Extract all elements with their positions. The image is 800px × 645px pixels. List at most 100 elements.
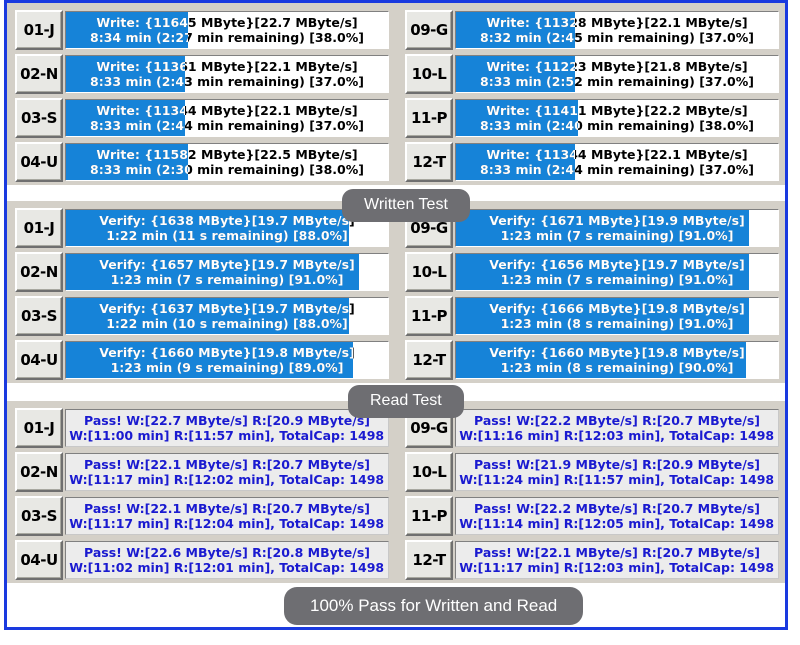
slot-id-button[interactable]: 10-L xyxy=(405,252,453,292)
slot-id-button[interactable]: 11-P xyxy=(405,296,453,336)
progress-line-1: Pass! W:[22.6 MByte/s] R:[20.8 MByte/s] xyxy=(84,545,370,560)
progress-bar-label: Pass! W:[22.6 MByte/s] R:[20.8 MByte/s]:… xyxy=(66,542,388,578)
pass-slot-row[interactable]: 11-P Pass! W:[22.2 MByte/s] R:[20.7 MByte… xyxy=(401,495,781,537)
verify-progress-bar: Verify: {1657 MByte}[19.7 MByte/s] 1:23 m… xyxy=(65,253,389,291)
progress-bar-fill xyxy=(66,144,189,180)
verify-slot-row[interactable]: 12-T Verify: {1660 MByte}[19.8 MByte/s] 1:… xyxy=(401,339,781,381)
write-progress-bar: Write: {11344 MByte}[22.1 MByte/s] 8:33 m… xyxy=(65,99,389,137)
progress-bar-fill xyxy=(456,12,576,48)
slot-id-button[interactable]: 02-N xyxy=(15,252,63,292)
slot-id-button[interactable]: 12-T xyxy=(405,540,453,580)
read-test-panel: 01-J Verify: {1638 MByte}[19.7 MByte/s] 1:… xyxy=(7,201,785,383)
pass-progress-bar: Pass! W:[22.2 MByte/s] R:[20.7 MByte/s]:… xyxy=(455,497,779,535)
slot-id-button[interactable]: 01-J xyxy=(15,10,63,50)
progress-bar-label: Pass! W:[21.9 MByte/s] R:[20.9 MByte/s]:… xyxy=(456,454,778,490)
pass-slot-row[interactable]: 10-L Pass! W:[21.9 MByte/s] R:[20.9 MByte… xyxy=(401,451,781,493)
progress-line-1: Pass! W:[22.2 MByte/s] R:[20.7 MByte/s] xyxy=(474,413,760,428)
slot-id-button[interactable]: 01-J xyxy=(15,208,63,248)
slot-id-button[interactable]: 12-T xyxy=(405,142,453,182)
write-slot-row[interactable]: 11-P Write: {11411 MByte}[22.2 MByte/s] 8:… xyxy=(401,97,781,139)
write-progress-bar: Write: {11361 MByte}[22.1 MByte/s] 8:33 m… xyxy=(65,55,389,93)
progress-line-2: : W:[11:02 min] R:[12:01 min], TotalCap:… xyxy=(65,560,385,575)
progress-line-1: Pass! W:[22.7 MByte/s] R:[20.9 MByte/s] xyxy=(84,413,370,428)
verify-slot-row[interactable]: 11-P Verify: {1666 MByte}[19.8 MByte/s] 1:… xyxy=(401,295,781,337)
duplicator-status-window: 01-J Write: {11645 MByte}[22.7 MByte/s] 8:… xyxy=(0,0,800,645)
slot-id-button[interactable]: 04-U xyxy=(15,142,63,182)
progress-bar-fill xyxy=(456,298,750,334)
slot-id-button[interactable]: 04-U xyxy=(15,340,63,380)
progress-line-1: Pass! W:[21.9 MByte/s] R:[20.9 MByte/s] xyxy=(474,457,760,472)
progress-bar-fill xyxy=(456,342,746,378)
verify-slot-row[interactable]: 02-N Verify: {1657 MByte}[19.7 MByte/s] 1:… xyxy=(11,251,391,293)
write-slot-row[interactable]: 03-S Write: {11344 MByte}[22.1 MByte/s] 8:… xyxy=(11,97,391,139)
verify-progress-bar: Verify: {1637 MByte}[19.7 MByte/s] 1:22 m… xyxy=(65,297,389,335)
progress-bar-label: Pass! W:[22.1 MByte/s] R:[20.7 MByte/s]:… xyxy=(66,498,388,534)
pass-progress-bar: Pass! W:[22.1 MByte/s] R:[20.7 MByte/s]:… xyxy=(455,541,779,579)
verify-slot-row[interactable]: 10-L Verify: {1656 MByte}[19.7 MByte/s] 1:… xyxy=(401,251,781,293)
slot-id-button[interactable]: 11-P xyxy=(405,496,453,536)
progress-bar-fill xyxy=(66,254,360,290)
slot-id-button[interactable]: 09-G xyxy=(405,10,453,50)
pass-slot-row[interactable]: 02-N Pass! W:[22.1 MByte/s] R:[20.7 MByte… xyxy=(11,451,391,493)
pass-progress-bar: Pass! W:[22.1 MByte/s] R:[20.7 MByte/s]:… xyxy=(65,453,389,491)
progress-line-1: Pass! W:[22.1 MByte/s] R:[20.7 MByte/s] xyxy=(474,545,760,560)
written-test-badge: Written Test xyxy=(342,189,470,222)
slot-id-button[interactable]: 03-S xyxy=(15,496,63,536)
write-progress-bar: Write: {11645 MByte}[22.7 MByte/s] 8:34 m… xyxy=(65,11,389,49)
slot-id-button[interactable]: 02-N xyxy=(15,452,63,492)
verify-progress-bar: Verify: {1656 MByte}[19.7 MByte/s] 1:23 m… xyxy=(455,253,779,291)
pass-progress-bar: Pass! W:[22.1 MByte/s] R:[20.7 MByte/s]:… xyxy=(65,497,389,535)
slot-id-button[interactable]: 10-L xyxy=(405,54,453,94)
progress-bar-label: Pass! W:[22.1 MByte/s] R:[20.7 MByte/s]:… xyxy=(66,454,388,490)
pass-slot-row[interactable]: 12-T Pass! W:[22.1 MByte/s] R:[20.7 MByte… xyxy=(401,539,781,581)
write-slot-row[interactable]: 01-J Write: {11645 MByte}[22.7 MByte/s] 8:… xyxy=(11,9,391,51)
write-slot-row[interactable]: 10-L Write: {11223 MByte}[21.8 MByte/s] 8:… xyxy=(401,53,781,95)
progress-bar-label: Pass! W:[22.2 MByte/s] R:[20.7 MByte/s]:… xyxy=(456,410,778,446)
slot-id-button[interactable]: 04-U xyxy=(15,540,63,580)
pass-slot-row[interactable]: 01-J Pass! W:[22.7 MByte/s] R:[20.9 MByte… xyxy=(11,407,391,449)
write-progress-bar: Write: {11411 MByte}[22.2 MByte/s] 8:33 m… xyxy=(455,99,779,137)
progress-line-2: : W:[11:24 min] R:[11:57 min], TotalCap:… xyxy=(455,472,775,487)
write-progress-bar: Write: {11328 MByte}[22.1 MByte/s] 8:32 m… xyxy=(455,11,779,49)
slot-id-button[interactable]: 11-P xyxy=(405,98,453,138)
verify-progress-bar: Verify: {1660 MByte}[19.8 MByte/s] 1:23 m… xyxy=(455,341,779,379)
slot-id-button[interactable]: 12-T xyxy=(405,340,453,380)
verify-slot-row[interactable]: 01-J Verify: {1638 MByte}[19.7 MByte/s] 1:… xyxy=(11,207,391,249)
slot-id-button[interactable]: 01-J xyxy=(15,408,63,448)
summary-badge: 100% Pass for Written and Read xyxy=(284,587,584,625)
progress-bar-fill xyxy=(456,254,750,290)
slot-id-button[interactable]: 03-S xyxy=(15,296,63,336)
write-slot-row[interactable]: 09-G Write: {11328 MByte}[22.1 MByte/s] 8:… xyxy=(401,9,781,51)
progress-line-1: Pass! W:[22.2 MByte/s] R:[20.7 MByte/s] xyxy=(474,501,760,516)
progress-line-2: : W:[11:16 min] R:[12:03 min], TotalCap:… xyxy=(455,428,775,443)
read-test-badge: Read Test xyxy=(348,385,464,418)
progress-bar-fill xyxy=(66,56,186,92)
pass-progress-bar: Pass! W:[21.9 MByte/s] R:[20.9 MByte/s]:… xyxy=(455,453,779,491)
read-test-grid: 01-J Verify: {1638 MByte}[19.7 MByte/s] 1:… xyxy=(11,207,781,380)
window-border: 01-J Write: {11645 MByte}[22.7 MByte/s] 8:… xyxy=(4,0,788,630)
pass-progress-bar: Pass! W:[22.2 MByte/s] R:[20.7 MByte/s]:… xyxy=(455,409,779,447)
pass-slot-row[interactable]: 03-S Pass! W:[22.1 MByte/s] R:[20.7 MByte… xyxy=(11,495,391,537)
verify-progress-bar: Verify: {1671 MByte}[19.9 MByte/s] 1:23 m… xyxy=(455,209,779,247)
progress-line-1: Pass! W:[22.1 MByte/s] R:[20.7 MByte/s] xyxy=(84,501,370,516)
write-slot-row[interactable]: 12-T Write: {11344 MByte}[22.1 MByte/s] 8:… xyxy=(401,141,781,183)
verify-slot-row[interactable]: 03-S Verify: {1637 MByte}[19.7 MByte/s] 1:… xyxy=(11,295,391,337)
pass-slot-row[interactable]: 04-U Pass! W:[22.6 MByte/s] R:[20.8 MByte… xyxy=(11,539,391,581)
progress-bar-label: Pass! W:[22.1 MByte/s] R:[20.7 MByte/s]:… xyxy=(456,542,778,578)
slot-id-button[interactable]: 02-N xyxy=(15,54,63,94)
slot-id-button[interactable]: 10-L xyxy=(405,452,453,492)
write-progress-bar: Write: {11223 MByte}[21.8 MByte/s] 8:33 m… xyxy=(455,55,779,93)
progress-bar-label: Pass! W:[22.2 MByte/s] R:[20.7 MByte/s]:… xyxy=(456,498,778,534)
write-slot-row[interactable]: 02-N Write: {11361 MByte}[22.1 MByte/s] 8:… xyxy=(11,53,391,95)
slot-id-button[interactable]: 03-S xyxy=(15,98,63,138)
progress-bar-fill xyxy=(66,100,186,136)
progress-bar-label: Pass! W:[22.7 MByte/s] R:[20.9 MByte/s]:… xyxy=(66,410,388,446)
write-slot-row[interactable]: 04-U Write: {11582 MByte}[22.5 MByte/s] 8:… xyxy=(11,141,391,183)
verify-slot-row[interactable]: 04-U Verify: {1660 MByte}[19.8 MByte/s] 1:… xyxy=(11,339,391,381)
progress-bar-fill xyxy=(456,210,750,246)
progress-line-2: : W:[11:17 min] R:[12:04 min], TotalCap:… xyxy=(65,516,385,531)
verify-progress-bar: Verify: {1638 MByte}[19.7 MByte/s] 1:22 m… xyxy=(65,209,389,247)
write-test-panel: 01-J Write: {11645 MByte}[22.7 MByte/s] 8:… xyxy=(7,3,785,185)
progress-line-2: : W:[11:17 min] R:[12:03 min], TotalCap:… xyxy=(455,560,775,575)
progress-bar-fill xyxy=(66,298,350,334)
